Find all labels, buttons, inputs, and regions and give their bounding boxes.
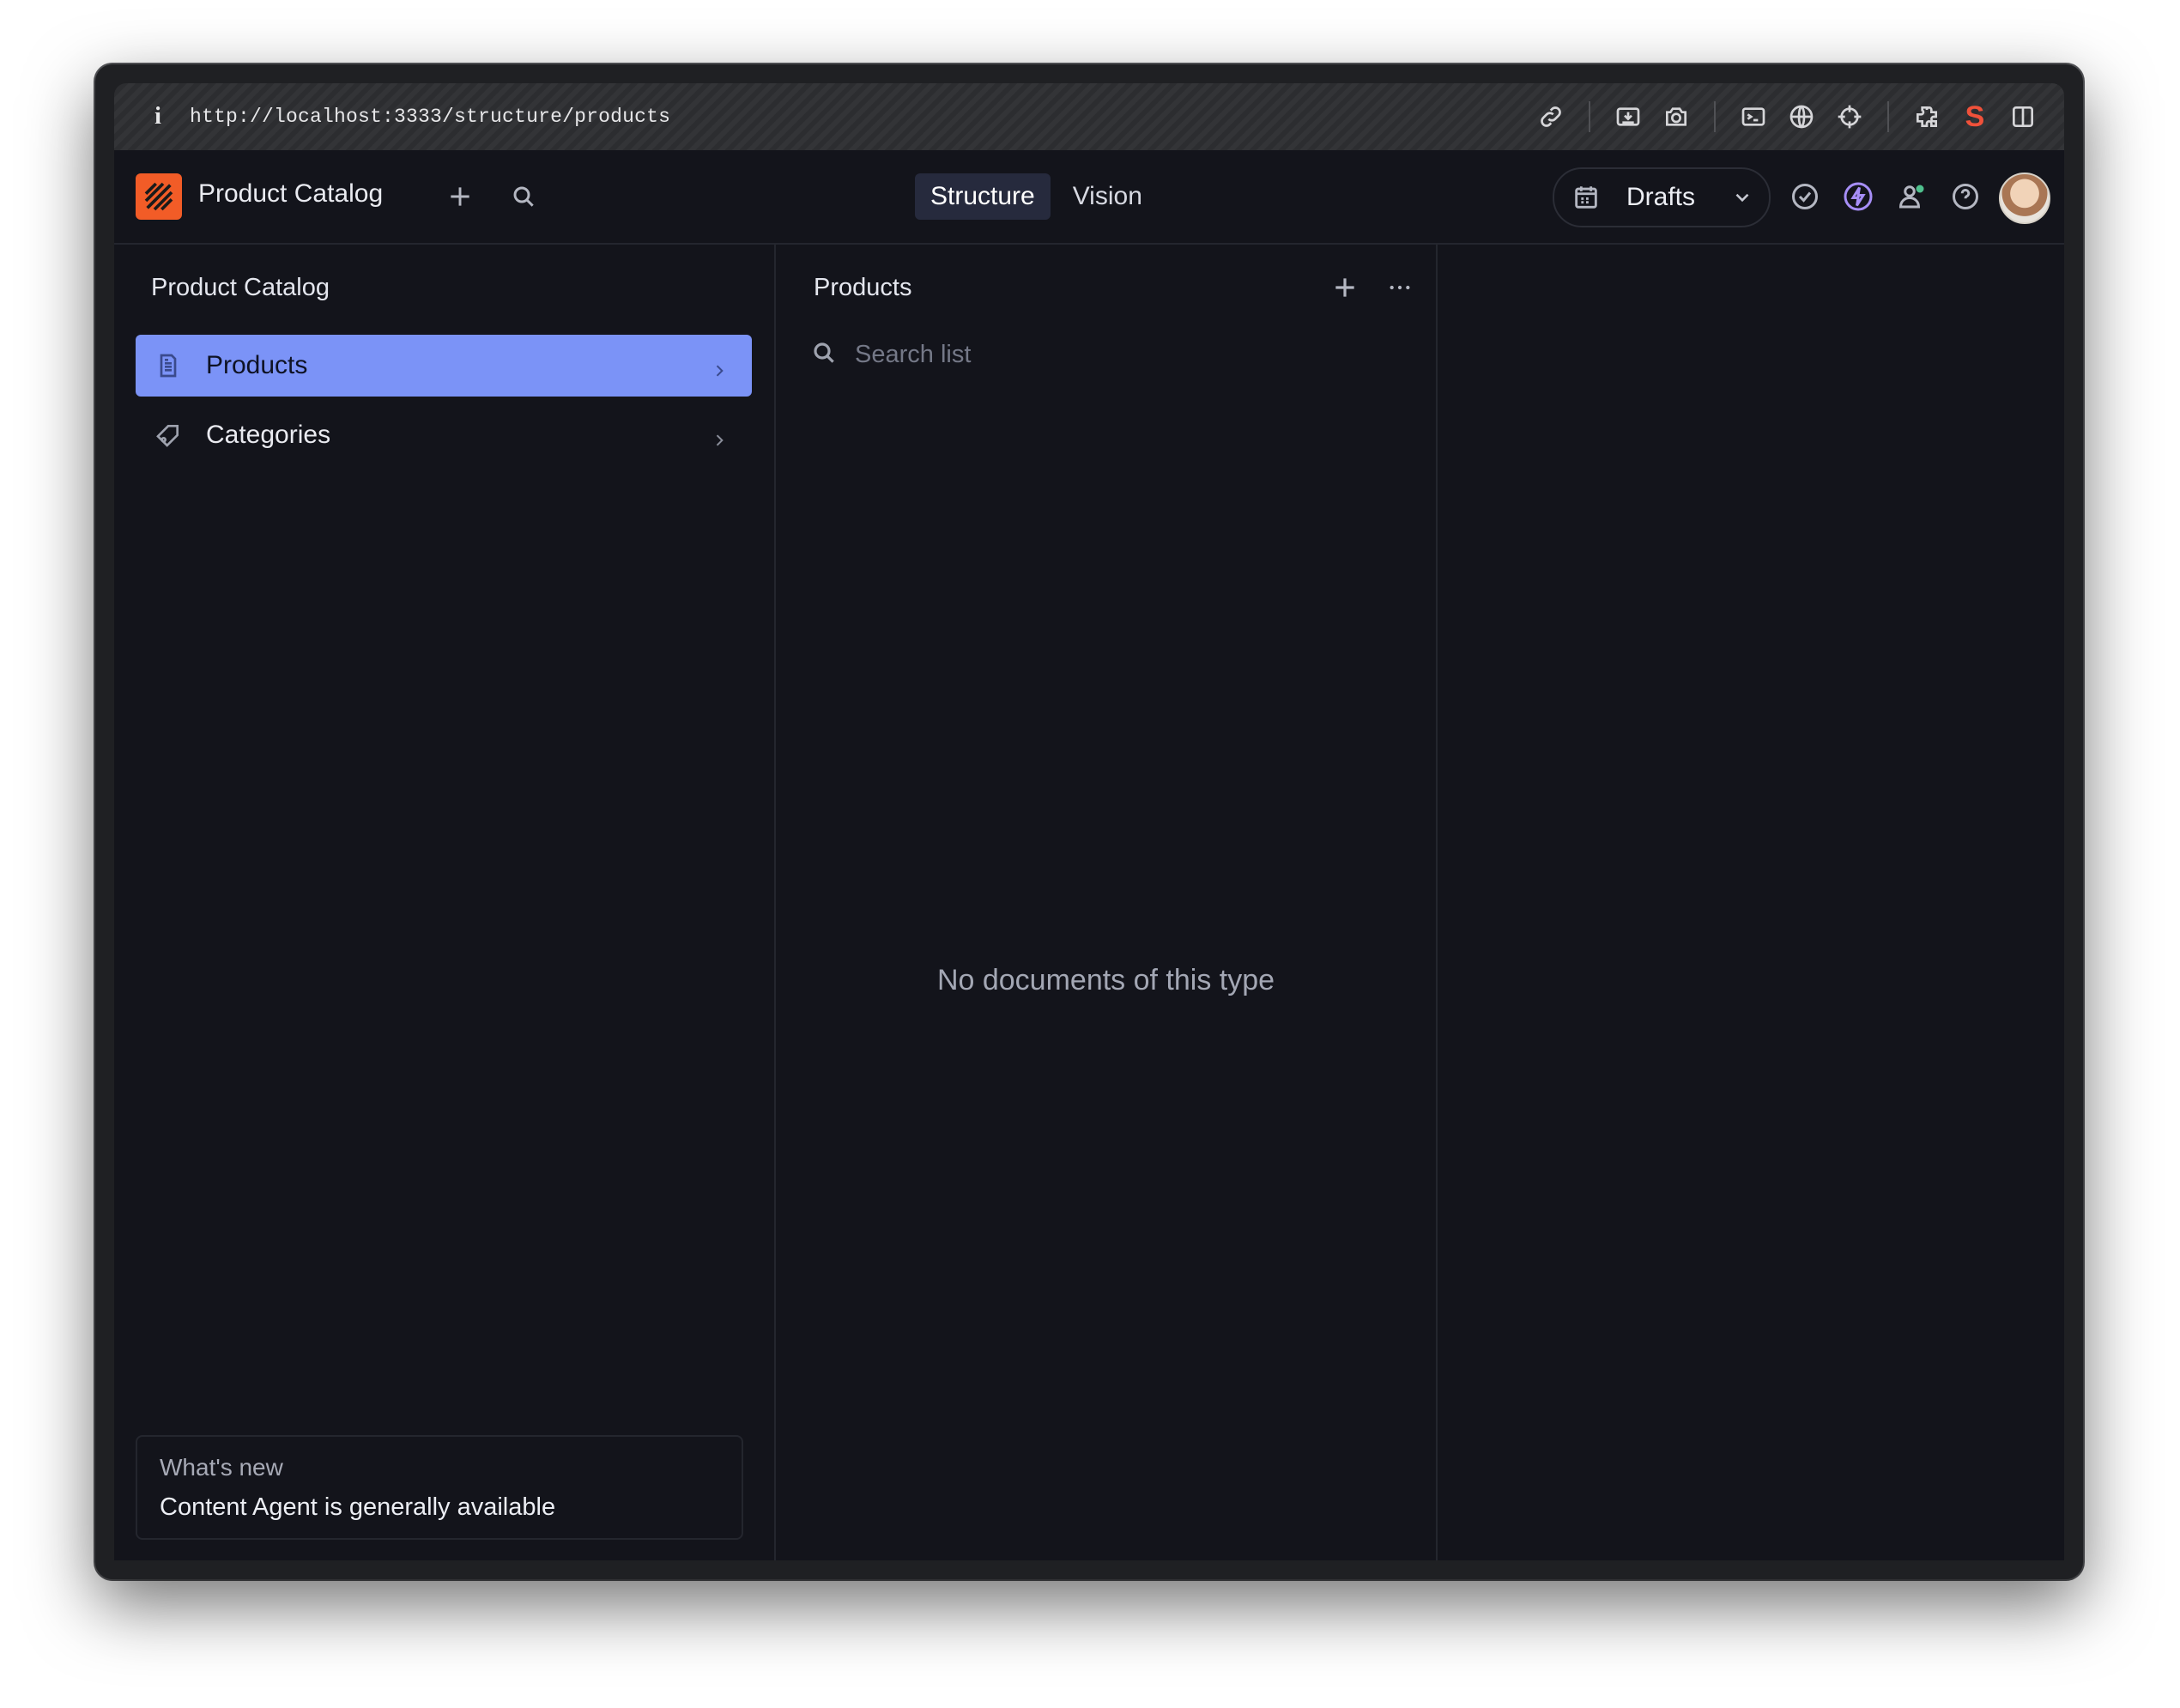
extensions-icon[interactable] [1903,93,1951,141]
perspective-select[interactable]: Drafts [1553,167,1771,227]
list-search [810,339,1372,371]
calendar-icon [1571,183,1601,212]
address-bar[interactable]: http://localhost:3333/structure/products [190,106,670,128]
terminal-icon[interactable] [1729,93,1777,141]
user-avatar[interactable] [1999,173,2050,224]
chevron-right-icon [711,357,728,377]
browser-window: i http://localhost:3333/structure/produc… [95,64,2083,1579]
toolbar-divider [1589,101,1590,132]
camera-icon[interactable] [1652,93,1700,141]
link-icon[interactable] [1527,93,1575,141]
crosshair-icon[interactable] [1826,93,1874,141]
browser-tools: S [1527,83,2047,150]
tab-vision[interactable]: Vision [1057,173,1158,220]
products-list-pane: Products No documents of this type [776,243,1438,1560]
pane-title: Products [814,274,912,301]
more-options-icon[interactable] [1381,269,1419,306]
check-circle-icon[interactable] [1785,177,1825,216]
whats-new-card[interactable]: What's new Content Agent is generally av… [136,1435,743,1540]
split-view-icon[interactable] [1999,93,2047,141]
studio-app: Product Catalog Structure Vision Drafts [114,150,2064,1560]
empty-state-text: No documents of this type [936,964,1275,996]
toolbar-divider [1887,101,1889,132]
chevron-down-icon [1731,186,1753,209]
create-new-icon[interactable] [441,178,479,215]
browser-toolbar: i http://localhost:3333/structure/produc… [114,83,2064,150]
studio-navbar: Product Catalog Structure Vision Drafts [114,150,2064,245]
chevron-right-icon [711,427,728,446]
toolbar-divider [1714,101,1716,132]
list-item-products[interactable]: Products [136,335,752,397]
pane-actions [1326,269,1419,306]
tag-icon [151,418,185,452]
lightning-icon[interactable] [1838,177,1878,216]
people-icon[interactable] [1892,177,1932,216]
help-icon[interactable] [1946,177,1985,216]
document-pane-empty [1438,243,2064,1560]
search-icon[interactable] [505,178,542,215]
list-item-label: Categories [206,421,331,449]
search-list-input[interactable] [853,340,1372,370]
workspace-title[interactable]: Product Catalog [198,179,383,209]
add-document-icon[interactable] [1326,269,1364,306]
list-item-categories[interactable]: Categories [136,404,752,466]
info-icon[interactable]: i [145,103,171,130]
tool-tabs: Structure Vision [915,173,1158,220]
perspective-label: Drafts [1626,183,1696,211]
globe-icon[interactable] [1777,93,1826,141]
tab-structure[interactable]: Structure [915,173,1051,220]
document-icon [151,348,185,383]
structure-root-pane: Product Catalog Products Categories What… [114,243,776,1560]
search-icon [810,339,838,371]
whats-new-text: Content Agent is generally available [160,1493,556,1521]
download-icon[interactable] [1604,93,1652,141]
pane-title: Product Catalog [151,274,330,301]
sanity-s-icon[interactable]: S [1951,93,1999,141]
studio-logo-icon[interactable] [136,173,182,220]
list-item-label: Products [206,351,308,379]
whats-new-title: What's new [160,1454,283,1481]
